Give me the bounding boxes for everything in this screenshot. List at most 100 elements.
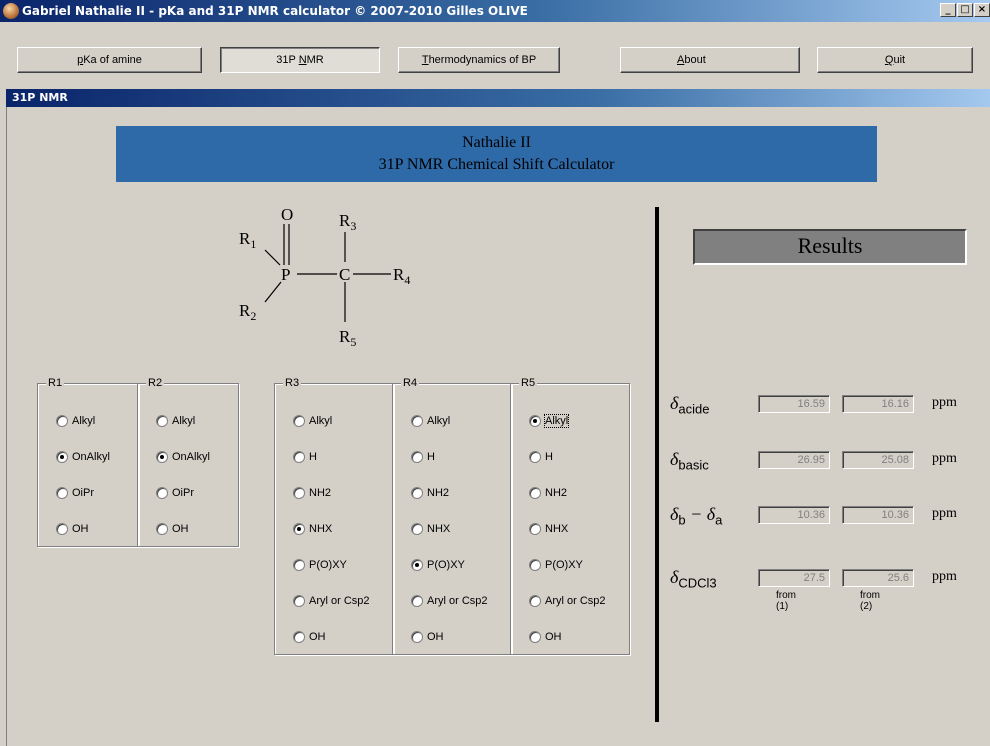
r1-option-oipr[interactable]: OiPr	[56, 487, 94, 500]
r1-option-onalkyl[interactable]: OnAlkyl	[56, 451, 110, 464]
difference-value-2[interactable]: 10.36	[842, 506, 914, 524]
delta-cdcl3-label: δCDCl3	[670, 567, 717, 591]
r2-label: R2	[239, 301, 256, 323]
radio-icon	[411, 487, 423, 500]
radio-icon	[293, 559, 305, 572]
r2-group: R2 Alkyl OnAlkyl OiPr OH	[137, 377, 239, 547]
unit-label: ppm	[932, 506, 957, 521]
radio-icon	[293, 415, 305, 428]
delta-acide-label: δacide	[670, 393, 710, 417]
quit-button[interactable]: Quit	[817, 47, 973, 73]
r1-option-alkyl[interactable]: Alkyl	[56, 415, 95, 428]
unit-label: ppm	[932, 395, 957, 410]
maximize-button[interactable]: □	[957, 3, 973, 17]
window-titlebar[interactable]: Gabriel Nathalie II - pKa and 31P NMR ca…	[0, 0, 990, 22]
r5-option-nh2[interactable]: NH2	[529, 487, 567, 500]
results-header: Results	[693, 229, 967, 265]
r4-group-legend: R4	[401, 377, 420, 389]
r4-option-nhx[interactable]: NHX	[411, 523, 450, 536]
from-1-caption: from (1)	[776, 590, 796, 612]
radio-selected-icon	[56, 451, 68, 464]
r5-option-nhx[interactable]: NHX	[529, 523, 568, 536]
window-title: Gabriel Nathalie II - pKa and 31P NMR ca…	[22, 4, 528, 18]
child-window-client: Nathalie II 31P NMR Chemical Shift Calcu…	[6, 107, 990, 746]
r5-option-alkyl[interactable]: Alkyl	[529, 414, 570, 429]
r4-option-aryl-csp2[interactable]: Aryl or Csp2	[411, 595, 488, 608]
r1-group-legend: R1	[46, 377, 65, 389]
delta-basic-label: δbasic	[670, 449, 709, 473]
r4-label: R4	[393, 265, 410, 287]
basic-value-2[interactable]: 25.08	[842, 451, 914, 469]
r4-option-oh[interactable]: OH	[411, 631, 444, 644]
radio-icon	[529, 631, 541, 644]
cdcl3-value-2[interactable]: 25.6	[842, 569, 914, 587]
radio-icon	[411, 523, 423, 536]
r2-option-onalkyl[interactable]: OnAlkyl	[156, 451, 210, 464]
r4-option-alkyl[interactable]: Alkyl	[411, 415, 450, 428]
acide-value-1[interactable]: 16.59	[758, 395, 830, 413]
minimize-button[interactable]: _	[940, 3, 956, 17]
r4-group: R4 Alkyl H NH2 NHX P(O)XY Aryl or Csp2 O…	[392, 377, 512, 655]
radio-icon	[411, 631, 423, 644]
radio-icon	[156, 523, 168, 536]
banner-title: Nathalie II	[462, 134, 531, 151]
pka-amine-button[interactable]: pKa of amine	[17, 47, 202, 73]
radio-icon	[293, 487, 305, 500]
close-button[interactable]: ×	[974, 3, 990, 17]
basic-value-1[interactable]: 26.95	[758, 451, 830, 469]
child-window-titlebar[interactable]: 31P NMR	[6, 89, 990, 107]
unit-label: ppm	[932, 569, 957, 584]
radio-icon	[56, 415, 68, 428]
toolbar: pKa of amine 31P NMR Thermodynamics of B…	[0, 22, 990, 80]
r4-option-h[interactable]: H	[411, 451, 435, 464]
phosphorus-label: P	[281, 265, 290, 284]
radio-selected-icon	[411, 559, 423, 572]
radio-icon	[529, 523, 541, 536]
r3-option-nhx[interactable]: NHX	[293, 523, 332, 536]
about-button[interactable]: About	[620, 47, 800, 73]
31p-nmr-button[interactable]: 31P NMR	[220, 47, 380, 73]
app-banner: Nathalie II 31P NMR Chemical Shift Calcu…	[116, 126, 877, 182]
r5-option-aryl-csp2[interactable]: Aryl or Csp2	[529, 595, 606, 608]
difference-value-1[interactable]: 10.36	[758, 506, 830, 524]
radio-icon	[293, 631, 305, 644]
r5-option-h[interactable]: H	[529, 451, 553, 464]
r3-option-nh2[interactable]: NH2	[293, 487, 331, 500]
r1-label: R1	[239, 229, 256, 251]
r4-option-nh2[interactable]: NH2	[411, 487, 449, 500]
r5-group: R5 Alkyl H NH2 NHX P(O)XY Aryl or Csp2 O…	[510, 377, 630, 655]
r1-option-oh[interactable]: OH	[56, 523, 89, 536]
r2-option-oh[interactable]: OH	[156, 523, 189, 536]
r2-option-alkyl[interactable]: Alkyl	[156, 415, 195, 428]
banner-subtitle: 31P NMR Chemical Shift Calculator	[378, 156, 615, 173]
vertical-divider	[655, 207, 659, 722]
r2-group-legend: R2	[146, 377, 165, 389]
radio-icon	[529, 595, 541, 608]
app-icon[interactable]	[3, 3, 19, 19]
r2-option-oipr[interactable]: OiPr	[156, 487, 194, 500]
unit-label: ppm	[932, 451, 957, 466]
r5-option-oh[interactable]: OH	[529, 631, 562, 644]
from-2-caption: from (2)	[860, 590, 880, 612]
radio-icon	[411, 451, 423, 464]
radio-selected-icon	[529, 415, 541, 428]
radio-icon	[156, 487, 168, 500]
r5-option-poxy[interactable]: P(O)XY	[529, 559, 583, 572]
r3-option-poxy[interactable]: P(O)XY	[293, 559, 347, 572]
radio-icon	[56, 523, 68, 536]
r3-label: R3	[339, 211, 356, 233]
radio-icon	[156, 415, 168, 428]
r3-option-h[interactable]: H	[293, 451, 317, 464]
r3-option-alkyl[interactable]: Alkyl	[293, 415, 332, 428]
r4-option-poxy[interactable]: P(O)XY	[411, 559, 465, 572]
r1-group: R1 Alkyl OnAlkyl OiPr OH	[37, 377, 139, 547]
radio-icon	[529, 451, 541, 464]
r3-option-aryl-csp2[interactable]: Aryl or Csp2	[293, 595, 370, 608]
radio-icon	[529, 559, 541, 572]
oxygen-label: O	[281, 205, 293, 224]
thermodynamics-bp-button[interactable]: Thermodynamics of BP	[398, 47, 560, 73]
r3-option-oh[interactable]: OH	[293, 631, 326, 644]
acide-value-2[interactable]: 16.16	[842, 395, 914, 413]
cdcl3-value-1[interactable]: 27.5	[758, 569, 830, 587]
radio-icon	[293, 451, 305, 464]
